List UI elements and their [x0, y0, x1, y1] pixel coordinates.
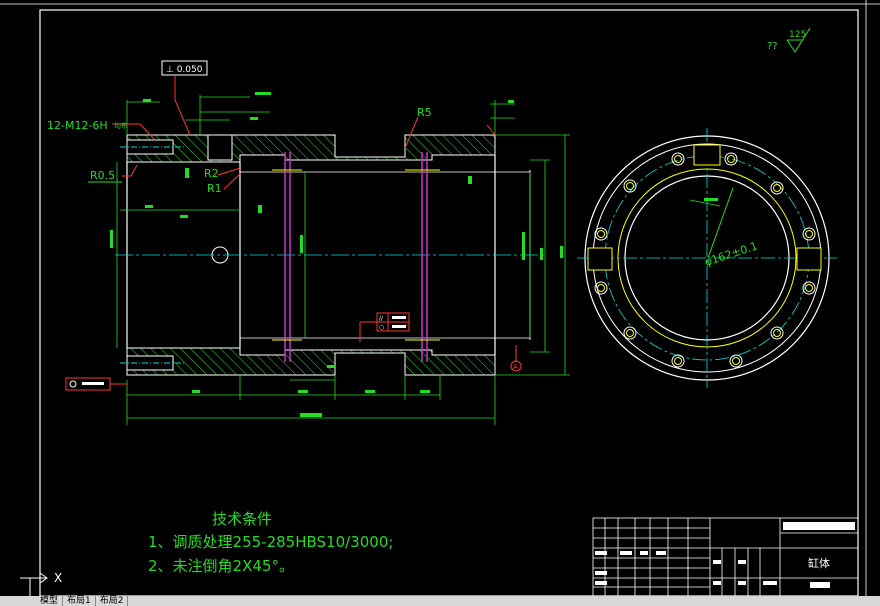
r2-label: R2 — [204, 167, 219, 180]
parallel-value-2 — [392, 325, 406, 328]
slot-top — [693, 144, 721, 166]
drawing-canvas[interactable]: A ⊥ 0.050 // ○ 12-M12-6H 均布 R5 R0.5 R2 R… — [0, 0, 880, 606]
flatness-text: ⊥ 0.050 — [166, 65, 203, 75]
drawing-frame — [39, 9, 859, 597]
section-view: A ⊥ 0.050 // ○ 12-M12-6H 均布 R5 R0.5 R2 R… — [47, 60, 570, 425]
circle-symbol: ○ — [379, 324, 384, 331]
roughness-symbol: ?? 125 — [767, 27, 811, 53]
parallel-symbol: // — [379, 315, 384, 322]
r05-label: R0.5 — [90, 169, 115, 182]
r5-label: R5 — [417, 106, 432, 119]
top-wall-hatch — [126, 134, 496, 163]
thread-callout: 12-M12-6H — [47, 119, 108, 132]
datum-a-label: A — [513, 363, 518, 371]
r1-label: R1 — [207, 182, 222, 195]
diameter-callout: φ162±0.1 — [703, 240, 759, 269]
end-view: φ162±0.1 — [577, 128, 837, 388]
thread-suffix: 均布 — [114, 121, 128, 130]
tab-layout1[interactable]: 布局1 — [63, 596, 96, 606]
ucs-icon — [20, 572, 48, 596]
slot-left — [587, 247, 613, 271]
tab-layout2[interactable]: 布局2 — [96, 596, 129, 606]
position-frame-value — [82, 382, 104, 385]
angle-value — [704, 198, 718, 201]
parallel-value-1 — [392, 316, 406, 319]
slot-right — [796, 247, 822, 271]
ucs-x-label: X — [54, 571, 62, 585]
roughness-mark: ?? — [767, 41, 778, 52]
bolt-slot-top — [207, 134, 233, 161]
bottom-wall-hatch — [126, 347, 496, 376]
tech-line-2: 2、未注倒角2X45°。 — [148, 557, 294, 575]
part-name: 缸体 — [808, 556, 830, 570]
tech-line-1: 1、调质处理255-285HBS10/3000; — [148, 533, 394, 551]
tech-title: 技术条件 — [212, 510, 273, 528]
position-frame-symbol — [69, 380, 77, 388]
layout-tabs: 模型 布局1 布局2 — [0, 596, 880, 606]
tab-model[interactable]: 模型 — [36, 596, 64, 606]
